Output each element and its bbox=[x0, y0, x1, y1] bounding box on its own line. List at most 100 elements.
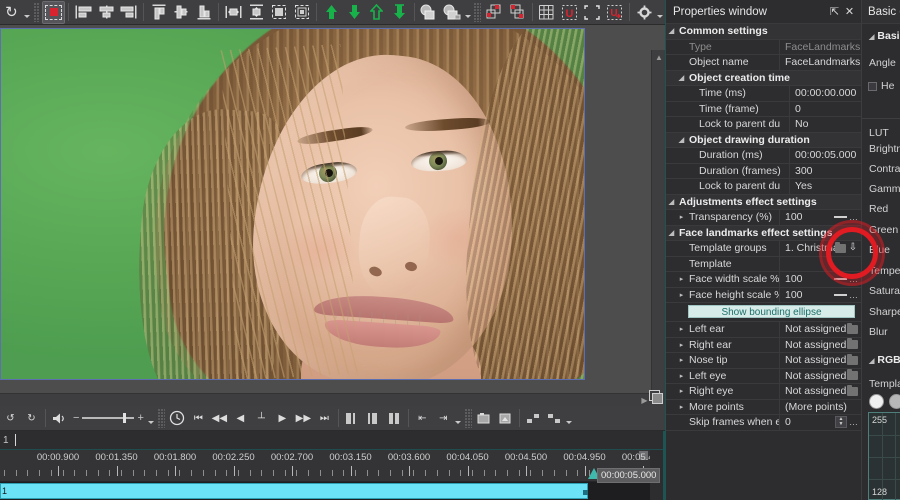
property-row[interactable]: ▸ Right eye Not assigned bbox=[666, 384, 861, 400]
expand-triangle-icon[interactable]: ◢ bbox=[676, 74, 687, 82]
expand-triangle-icon[interactable]: ◢ bbox=[676, 136, 687, 144]
row-expand-icon[interactable]: ▸ bbox=[676, 403, 687, 411]
property-row[interactable]: Lock to parent du No bbox=[666, 117, 861, 133]
expand-triangle-icon[interactable]: ◢ bbox=[666, 198, 677, 206]
property-row[interactable]: ▸ Left ear Not assigned bbox=[666, 322, 861, 338]
property-value[interactable]: 00:00:00.000 bbox=[789, 86, 861, 101]
move-to-top-button[interactable] bbox=[367, 2, 388, 23]
step-back-button[interactable]: ◀ bbox=[231, 409, 250, 428]
jump-next-edit-button[interactable]: ⇥ bbox=[434, 409, 453, 428]
slider-dash-icon[interactable] bbox=[834, 216, 847, 219]
rewind-button[interactable]: ◀◀ bbox=[210, 409, 229, 428]
loop-end-button[interactable]: ↻ bbox=[22, 409, 41, 428]
basic-effect-label[interactable]: Saturati bbox=[869, 285, 900, 297]
group-dropdown-arrow[interactable] bbox=[463, 2, 472, 23]
volume-dropdown-arrow[interactable] bbox=[147, 408, 156, 429]
expand-triangle-icon[interactable]: ◢ bbox=[869, 34, 874, 41]
fit-to-frame-button[interactable] bbox=[269, 2, 290, 23]
volume-slider[interactable]: − + bbox=[73, 412, 144, 424]
video-frame[interactable] bbox=[0, 28, 585, 380]
trim-left-button[interactable] bbox=[364, 409, 383, 428]
expand-triangle-icon[interactable]: ◢ bbox=[666, 27, 677, 35]
move-down-button[interactable] bbox=[344, 2, 365, 23]
basic-effect-label[interactable]: Contras bbox=[869, 163, 900, 175]
zoom-timeline-out-button[interactable] bbox=[524, 409, 543, 428]
folder-icon[interactable] bbox=[847, 369, 858, 381]
spinner-control[interactable]: ▲ ▼ bbox=[835, 416, 847, 429]
align-middle-vertical-button[interactable] bbox=[171, 2, 192, 23]
go-to-end-button[interactable]: ⏭ bbox=[315, 409, 334, 428]
jump-dropdown-arrow[interactable] bbox=[454, 408, 463, 429]
reset-transform-button[interactable]: U bbox=[605, 2, 626, 23]
property-row[interactable]: Type FaceLandmarks bbox=[666, 39, 861, 55]
zoom-timeline-in-button[interactable] bbox=[545, 409, 564, 428]
scroll-right-icon[interactable]: ▶ bbox=[638, 394, 651, 406]
property-value[interactable]: 300 bbox=[789, 163, 861, 178]
scroll-up-icon[interactable]: ▲ bbox=[652, 50, 665, 64]
row-expand-icon[interactable]: ▸ bbox=[676, 356, 687, 364]
property-value[interactable]: No bbox=[789, 117, 861, 132]
show-grid-button[interactable] bbox=[537, 2, 558, 23]
align-left-button[interactable] bbox=[73, 2, 94, 23]
property-group-header[interactable]: ◢ Object creation time bbox=[666, 70, 861, 86]
folder-icon[interactable] bbox=[847, 384, 858, 396]
row-expand-icon[interactable]: ▸ bbox=[676, 341, 687, 349]
basic-group-header[interactable]: ◢ RGB bbox=[869, 354, 900, 366]
basic-effect-label[interactable]: Red bbox=[869, 203, 888, 215]
property-value[interactable]: FaceLandmarks bbox=[779, 39, 861, 54]
property-value[interactable]: FaceLandmarks 1 bbox=[779, 55, 861, 70]
property-value[interactable]: Not assigned bbox=[779, 337, 847, 352]
property-row[interactable]: Template groups 1. Christmas Pac ⇩ bbox=[666, 241, 861, 257]
align-center-horizontal-button[interactable] bbox=[96, 2, 117, 23]
download-icon[interactable]: ⇩ bbox=[848, 242, 858, 254]
rgb-curve-graph[interactable]: 255 128 bbox=[868, 412, 900, 500]
fast-forward-button[interactable]: ▶▶ bbox=[294, 409, 313, 428]
transport-grip-1[interactable] bbox=[157, 408, 165, 428]
property-group-header[interactable]: ◢ Common settings bbox=[666, 24, 861, 40]
row-expand-icon[interactable]: ▸ bbox=[676, 387, 687, 395]
video-preview-area[interactable]: ▲ ▼ ▶ bbox=[0, 25, 665, 406]
property-row[interactable]: Lock to parent du Yes bbox=[666, 179, 861, 195]
undo-transform-button[interactable]: U bbox=[559, 2, 580, 23]
select-object-button[interactable] bbox=[42, 0, 66, 24]
ellipsis-button[interactable]: … bbox=[849, 417, 858, 427]
rgb-swatch-white[interactable] bbox=[869, 394, 884, 409]
transport-grip-2[interactable] bbox=[464, 408, 472, 428]
row-expand-icon[interactable]: ▸ bbox=[676, 325, 687, 333]
timeline-track-area[interactable]: 1 bbox=[0, 482, 650, 500]
align-right-button[interactable] bbox=[119, 2, 140, 23]
preview-resize-grip[interactable] bbox=[651, 392, 665, 406]
basic-checkbox[interactable] bbox=[868, 82, 877, 91]
ellipsis-button[interactable]: … bbox=[849, 274, 858, 284]
align-bottom-button[interactable] bbox=[194, 2, 215, 23]
basic-effect-label[interactable]: Templa bbox=[869, 378, 900, 390]
fill-frame-button[interactable] bbox=[291, 2, 312, 23]
show-bounding-ellipse-button[interactable]: Show bounding ellipse bbox=[688, 305, 855, 318]
preview-horizontal-scrollbar[interactable]: ▶ bbox=[0, 393, 651, 406]
basic-effect-label[interactable]: Blur bbox=[869, 326, 888, 338]
go-to-start-button[interactable]: ⏮ bbox=[189, 409, 208, 428]
basic-effect-label[interactable]: Sharpen bbox=[869, 306, 900, 318]
property-value[interactable]: 0 bbox=[789, 101, 861, 116]
remove-keyframe-button[interactable] bbox=[507, 2, 528, 23]
property-row[interactable]: ▸ Face height scale % 100… bbox=[666, 287, 861, 303]
move-up-button[interactable] bbox=[321, 2, 342, 23]
expand-triangle-icon[interactable]: ◢ bbox=[666, 229, 677, 237]
settings-dropdown-arrow[interactable] bbox=[656, 2, 665, 23]
playhead[interactable]: 00:00:05.000 bbox=[588, 468, 661, 483]
property-row[interactable]: Duration (frames) 300 bbox=[666, 163, 861, 179]
stop-marker-button[interactable]: ┴ bbox=[252, 409, 271, 428]
split-clip-button[interactable] bbox=[343, 409, 362, 428]
property-row[interactable]: Template bbox=[666, 256, 861, 272]
toolbar-grip-2[interactable] bbox=[474, 2, 482, 22]
basic-effect-label[interactable]: He bbox=[868, 80, 894, 92]
timeline-ruler[interactable]: 00:00.900 00:01.350 00:01.800 00:02.250 00:0… bbox=[0, 450, 664, 482]
export-frame-button[interactable] bbox=[496, 409, 515, 428]
property-value[interactable]: 100 bbox=[779, 287, 834, 302]
folder-icon[interactable] bbox=[835, 241, 846, 253]
stretch-horizontal-button[interactable] bbox=[223, 2, 244, 23]
property-value[interactable] bbox=[779, 256, 861, 271]
property-row[interactable]: Time (frame) 0 bbox=[666, 101, 861, 117]
property-row[interactable]: ▸ Left eye Not assigned bbox=[666, 368, 861, 384]
row-expand-icon[interactable]: ▸ bbox=[676, 291, 687, 299]
